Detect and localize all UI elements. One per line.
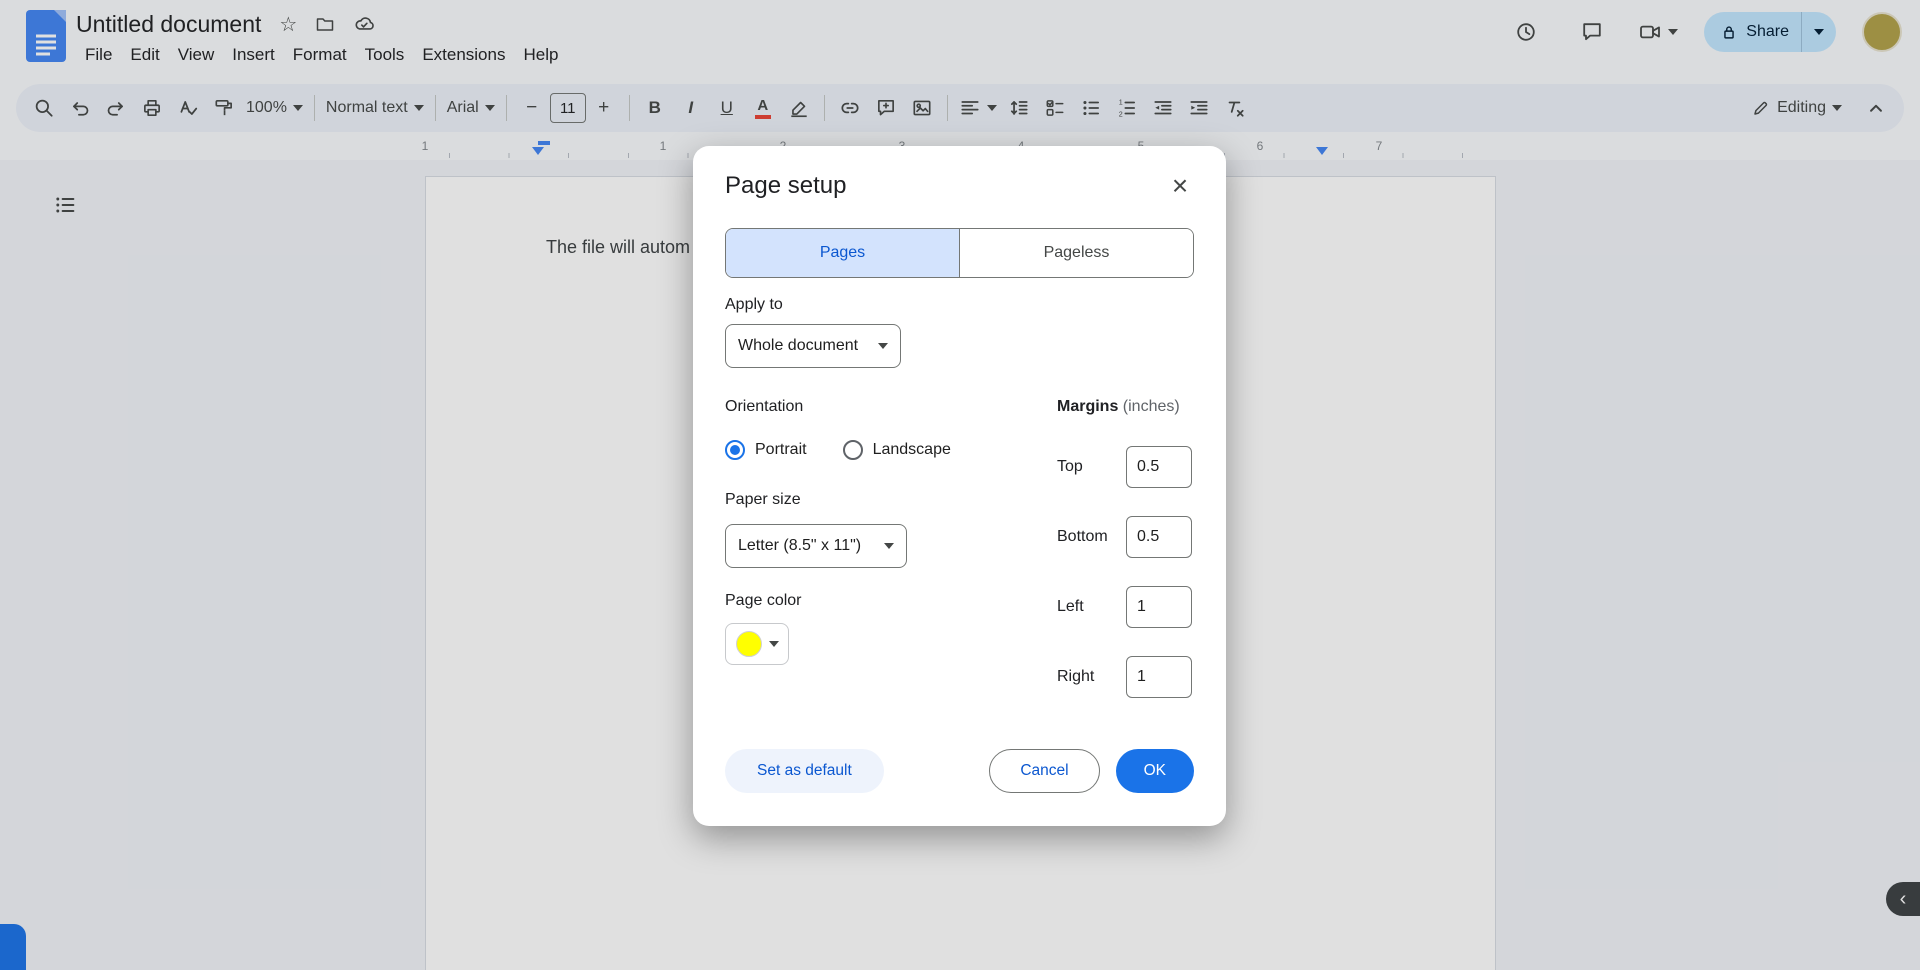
portrait-radio-icon[interactable]: [725, 440, 745, 460]
margin-left-input[interactable]: [1126, 586, 1192, 628]
margin-bottom-label: Bottom: [1057, 528, 1126, 546]
page-mode-tabs: Pages Pageless: [725, 228, 1194, 278]
margins-unit: (inches): [1123, 398, 1180, 415]
page-color-caret-icon: [769, 641, 779, 647]
landscape-label: Landscape: [873, 441, 951, 459]
landscape-radio-icon[interactable]: [843, 440, 863, 460]
paper-size-caret-icon: [884, 543, 894, 549]
paper-size-value: Letter (8.5" x 11"): [738, 537, 861, 555]
margin-right-label: Right: [1057, 668, 1126, 686]
margins-label: Margins: [1057, 398, 1118, 415]
page-color-label: Page color: [725, 592, 1025, 612]
page-color-swatch: [736, 631, 762, 657]
page-setup-dialog: Page setup × Pages Pageless Apply to Who…: [693, 146, 1226, 826]
cancel-button[interactable]: Cancel: [989, 749, 1099, 793]
margin-bottom-input[interactable]: [1126, 516, 1192, 558]
margin-top-input[interactable]: [1126, 446, 1192, 488]
portrait-label: Portrait: [755, 441, 807, 459]
page-color-button[interactable]: [725, 623, 789, 665]
close-dialog-button[interactable]: ×: [1160, 166, 1200, 206]
dialog-title: Page setup: [725, 172, 846, 200]
paper-size-label: Paper size: [725, 491, 1025, 511]
margin-row-left: Left: [1057, 586, 1197, 628]
tab-pages[interactable]: Pages: [726, 229, 959, 277]
orientation-label: Orientation: [725, 398, 1025, 418]
close-icon: ×: [1172, 170, 1188, 202]
paper-size-select[interactable]: Letter (8.5" x 11"): [725, 524, 907, 568]
margin-row-bottom: Bottom: [1057, 516, 1197, 558]
apply-to-label: Apply to: [725, 296, 1025, 316]
margins-header: Margins (inches): [1057, 398, 1197, 418]
margin-top-label: Top: [1057, 458, 1126, 476]
set-as-default-button[interactable]: Set as default: [725, 749, 884, 793]
apply-to-value: Whole document: [738, 337, 858, 355]
margin-row-top: Top: [1057, 446, 1197, 488]
tab-pageless[interactable]: Pageless: [959, 229, 1193, 277]
margin-row-right: Right: [1057, 656, 1197, 698]
margin-left-label: Left: [1057, 598, 1126, 616]
margin-right-input[interactable]: [1126, 656, 1192, 698]
landscape-radio-option[interactable]: Landscape: [843, 440, 951, 460]
portrait-radio-option[interactable]: Portrait: [725, 440, 807, 460]
ok-button[interactable]: OK: [1116, 749, 1194, 793]
apply-to-caret-icon: [878, 343, 888, 349]
apply-to-select[interactable]: Whole document: [725, 324, 901, 368]
